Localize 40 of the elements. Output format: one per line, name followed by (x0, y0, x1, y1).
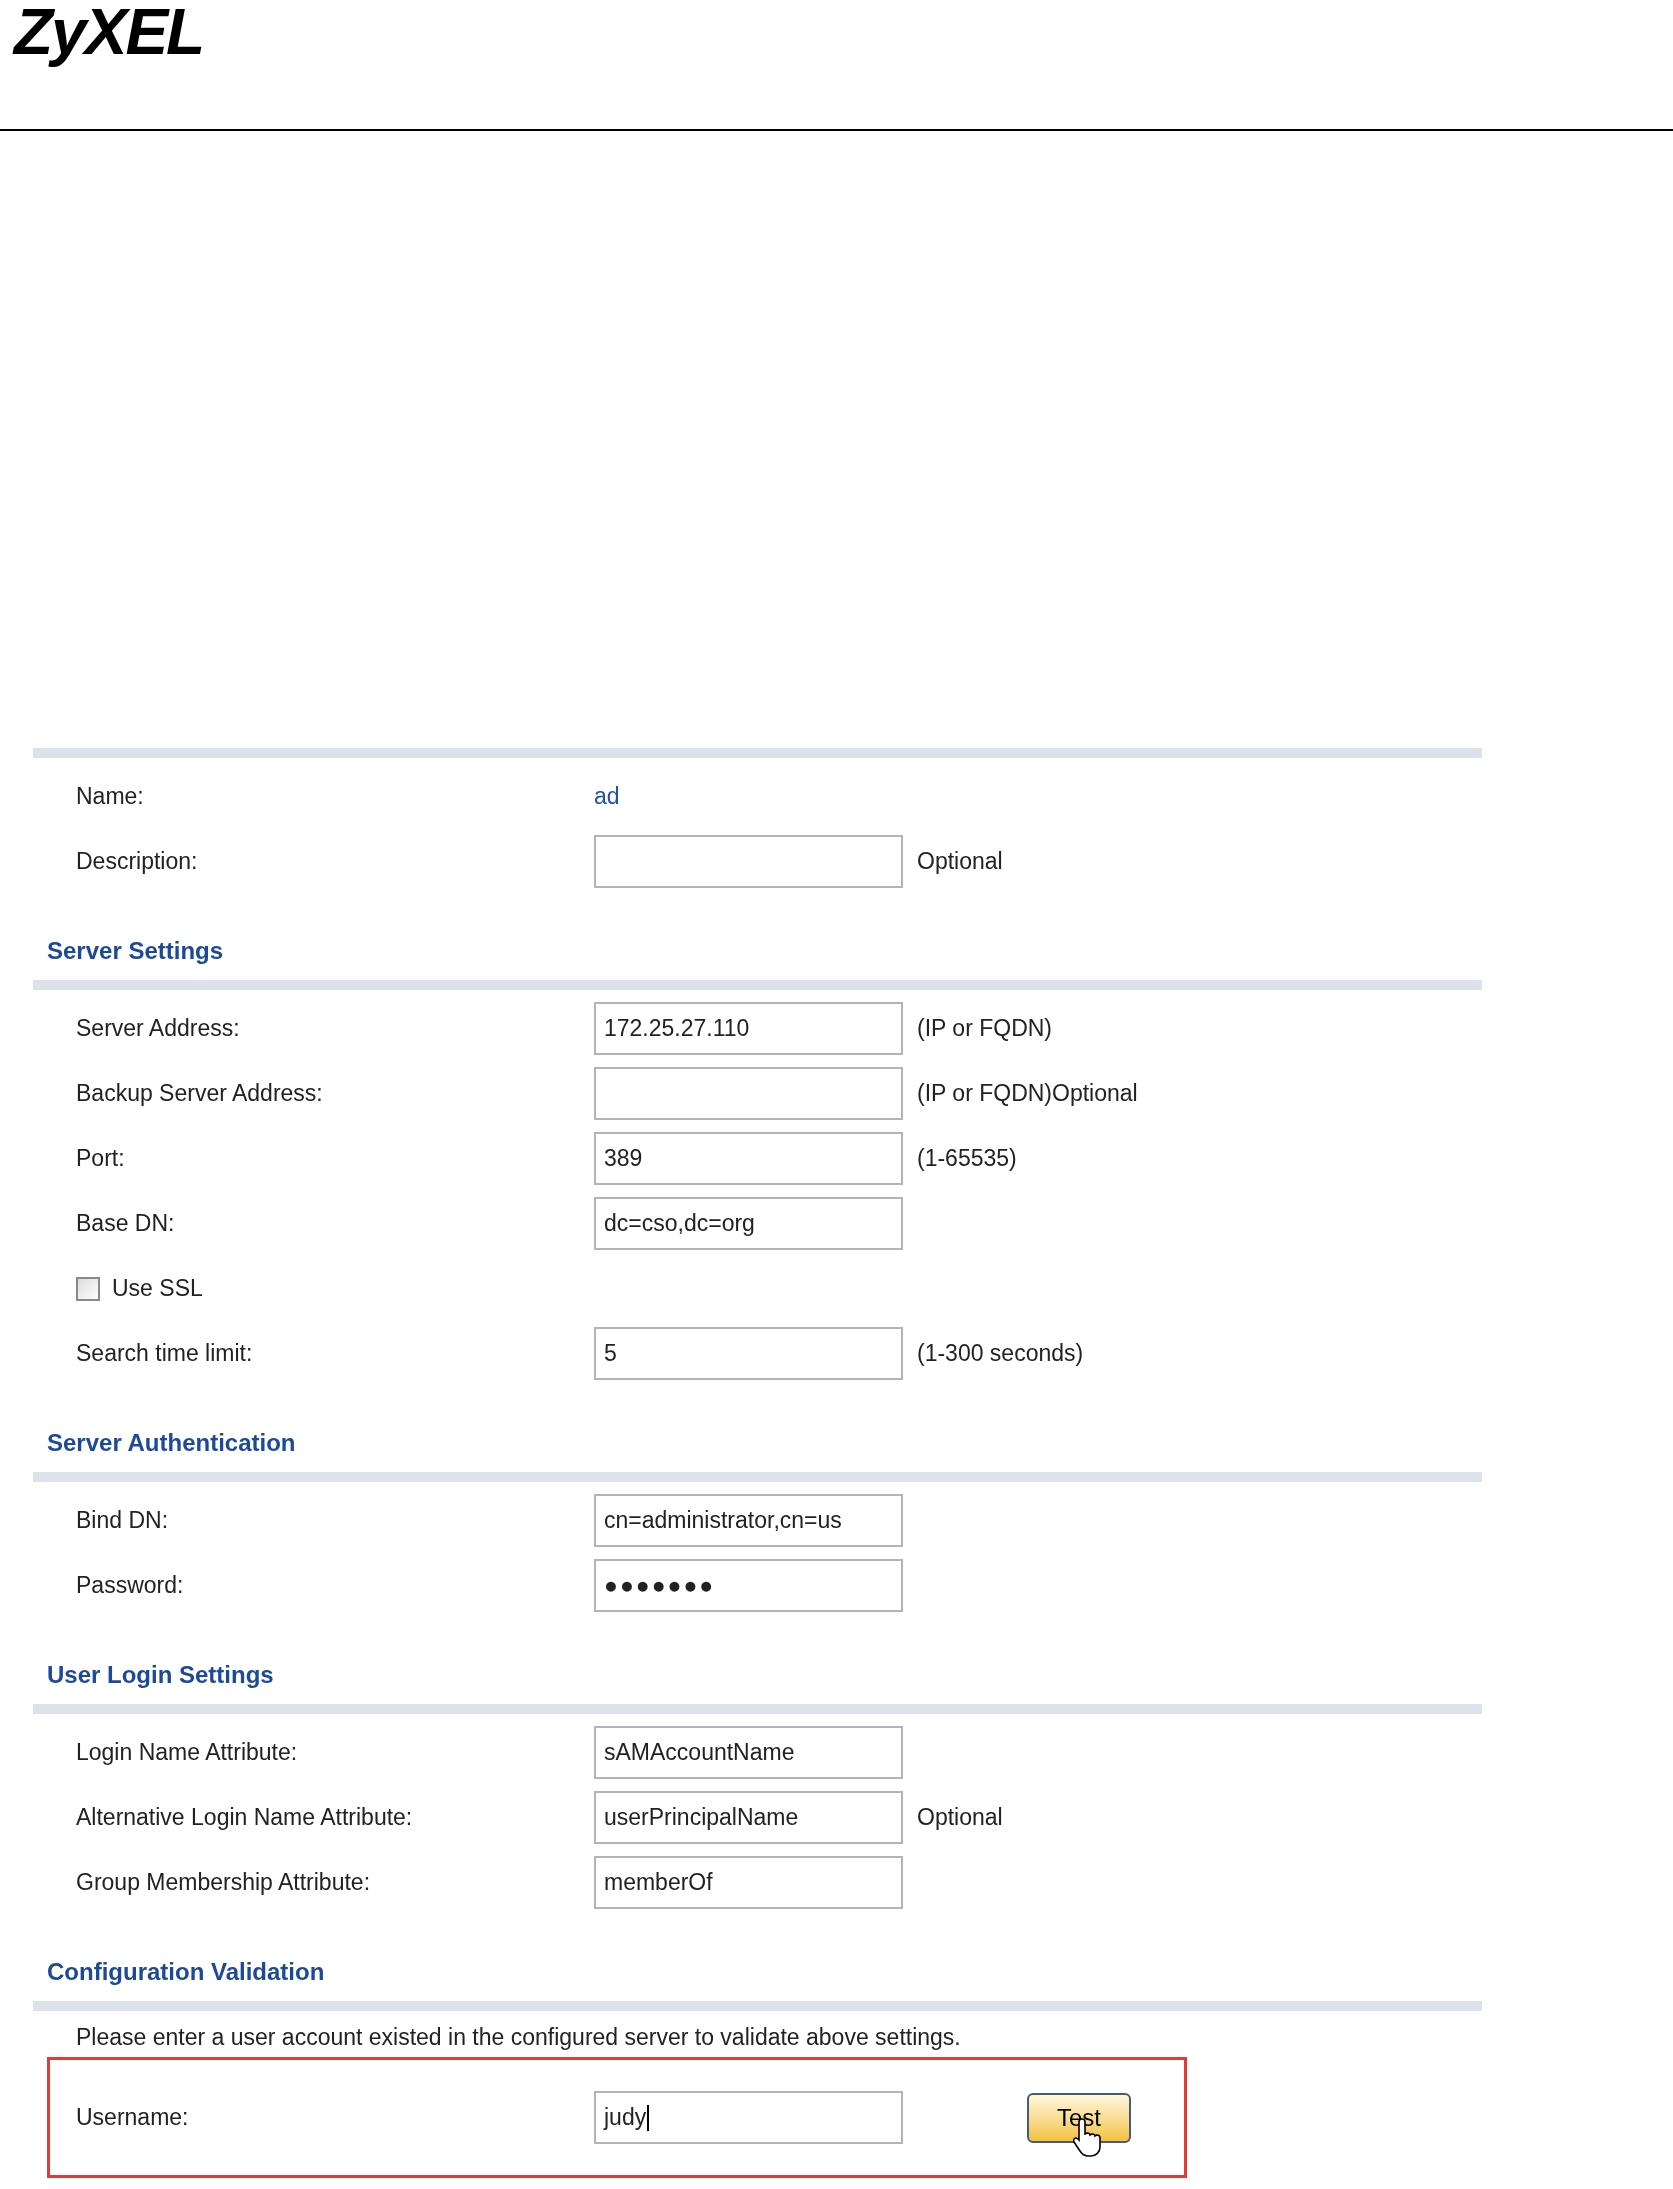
input-field[interactable]: 389 (594, 1132, 903, 1185)
input-field[interactable]: 172.25.27.110 (594, 1002, 903, 1055)
field-hint: (IP or FQDN)Optional (917, 1079, 1138, 1109)
instruction-text: Please enter a user account existed in the configured server to validate above settings. (76, 2022, 961, 2052)
checkbox-label: Use SSL (112, 1274, 203, 1304)
logo: ZyXEL (14, 0, 204, 68)
input-field[interactable] (594, 835, 903, 888)
section-heading: Server Authentication (47, 1428, 296, 1458)
input-field[interactable]: sAMAccountName (594, 1726, 903, 1779)
field-label: Description: (76, 847, 199, 877)
section-heading: Server Settings (47, 936, 224, 966)
field-label: Alternative Login Name Attribute: (76, 1803, 414, 1833)
name-value: ad (594, 782, 620, 812)
field-label: Group Membership Attribute: (76, 1868, 372, 1898)
input-field[interactable]: 5 (594, 1327, 903, 1380)
input-field[interactable] (594, 1067, 903, 1120)
input-field[interactable]: userPrincipalName (594, 1791, 903, 1844)
input-field[interactable]: cn=administrator,cn=us (594, 1494, 903, 1547)
input-field[interactable]: dc=cso,dc=org (594, 1197, 903, 1250)
field-hint: Optional (917, 1803, 1003, 1833)
field-label: Backup Server Address: (76, 1079, 324, 1109)
field-label: Port: (76, 1144, 126, 1174)
section-heading: User Login Settings (47, 1660, 274, 1690)
field-label: Server Address: (76, 1014, 241, 1044)
password-field[interactable]: ●●●●●●● (594, 1559, 903, 1612)
field-label: Password: (76, 1571, 185, 1601)
field-hint: (IP or FQDN) (917, 1014, 1053, 1044)
input-field[interactable]: judy (594, 2091, 903, 2144)
section-heading: Configuration Validation (47, 1957, 325, 1987)
field-label: Login Name Attribute: (76, 1738, 299, 1768)
field-label: Username: (76, 2103, 190, 2133)
field-hint: (1-300 seconds) (917, 1339, 1084, 1369)
field-hint: (1-65535) (917, 1144, 1017, 1174)
field-hint: Optional (917, 847, 1003, 877)
field-label: Bind DN: (76, 1506, 170, 1536)
input-field[interactable]: memberOf (594, 1856, 903, 1909)
checkbox[interactable] (76, 1276, 100, 1301)
field-label: Name: (76, 782, 145, 812)
field-label: Search time limit: (76, 1339, 254, 1369)
field-label: Base DN: (76, 1209, 176, 1239)
